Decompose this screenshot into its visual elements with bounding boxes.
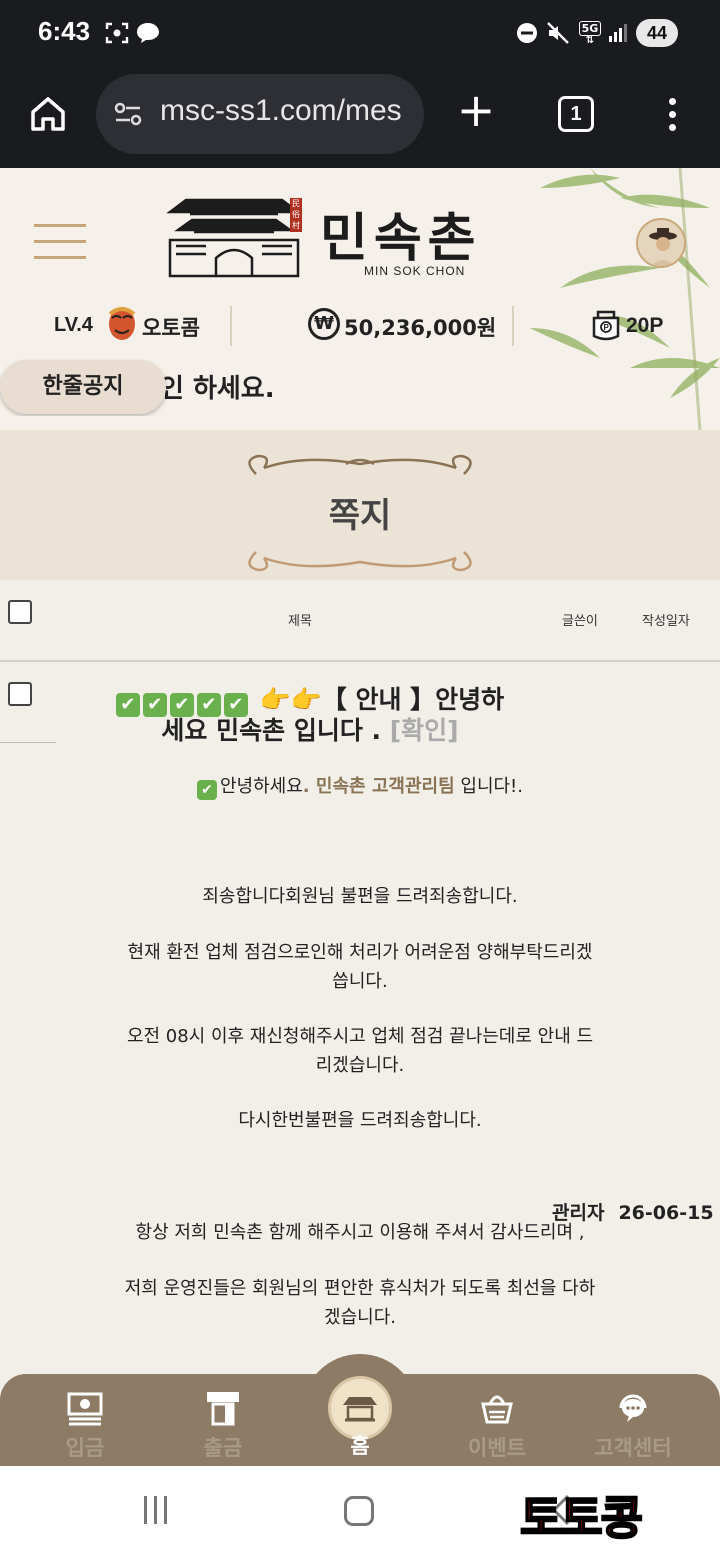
site-logo[interactable]: 民俗村 민속촌 MIN SOK CHON xyxy=(164,190,504,282)
browser-toolbar: msc-ss1.com/mes + 1 xyxy=(0,68,720,168)
watermark: 토토콩 xyxy=(519,1490,644,1546)
message-paragraph: 현재 환전 업체 점검으로인해 처리가 어려운점 양해부탁드리겠 씁니다. xyxy=(127,942,593,992)
message-greeting: ✔ 안녕하세요. 민속촌 고객관리팀 입니다!. xyxy=(0,772,720,801)
withdraw-icon xyxy=(207,1392,239,1426)
logo-title: 민속촌 xyxy=(320,208,482,269)
column-date: 작성일자 xyxy=(642,614,690,629)
browser-home-icon[interactable] xyxy=(26,92,70,136)
screenshot-icon xyxy=(104,18,130,48)
signal-icon xyxy=(606,18,630,48)
address-bar[interactable]: msc-ss1.com/mes xyxy=(96,74,424,154)
notice-ticker-text: 인 하세요. xyxy=(160,374,275,404)
new-tab-icon[interactable]: + xyxy=(456,87,496,134)
logo-subtitle: MIN SOK CHON xyxy=(364,264,466,278)
user-points: 20P xyxy=(626,314,664,337)
user-info-bar: LV.4 오토콤 ₩ 50,236,000원 P 20P xyxy=(0,306,720,350)
select-all-checkbox[interactable] xyxy=(8,600,32,624)
network-type: 5G ⇅ xyxy=(578,18,602,48)
logo-stamp: 民俗村 xyxy=(290,198,302,232)
message-paragraph: 오전 08시 이후 재신청해주시고 업체 점검 끝나는데로 안내 드 리겠습니다. xyxy=(126,1026,594,1076)
cash-icon xyxy=(67,1392,103,1426)
user-avatar[interactable] xyxy=(636,218,686,268)
message-table-header: 제목 글쓴이 작성일자 xyxy=(0,580,720,662)
message-paragraph: 항상 저희 민속촌 함께 해주시고 이용해 주셔서 감사드리며 , xyxy=(135,1222,585,1243)
site-settings-icon[interactable] xyxy=(112,98,144,130)
more-menu-icon[interactable] xyxy=(660,94,684,138)
nav-deposit[interactable]: 입금 xyxy=(30,1388,140,1462)
check-mark-icon: ✔ xyxy=(196,693,221,717)
page-title-band: 쪽지 xyxy=(0,430,720,580)
message-paragraph: 죄송합니다회원님 불편을 드려죄송합니다. xyxy=(202,886,518,907)
do-not-disturb-icon xyxy=(516,18,538,48)
mute-icon xyxy=(546,18,570,48)
message-subject[interactable]: ✔ ✔ ✔ ✔ ✔ 👉👉【 안내 】안녕하 세요 민속촌 입니다 . [확인] xyxy=(100,686,520,745)
message-paragraph: 저희 운영진들은 회원님의 편안한 휴식처가 되도록 최선을 다하 겠습니다. xyxy=(124,1278,596,1328)
battery-level: 44 xyxy=(636,19,678,47)
check-mark-icon: ✔ xyxy=(169,693,194,717)
tab-switcher-button[interactable]: 1 xyxy=(558,96,594,132)
site-header: 民俗村 민속촌 MIN SOK CHON LV.4 오토콤 ₩ 50,236,0… xyxy=(0,168,720,430)
basket-icon xyxy=(481,1395,513,1424)
recents-icon[interactable] xyxy=(144,1496,174,1526)
chat-bubble-icon xyxy=(134,18,162,48)
point-icon: P xyxy=(588,306,624,342)
row-divider xyxy=(0,742,56,743)
ornament-bottom xyxy=(248,551,472,572)
user-level: LV.4 xyxy=(54,314,93,336)
svg-text:P: P xyxy=(604,323,610,332)
user-balance: 50,236,000원 xyxy=(344,316,497,340)
column-subject: 제목 xyxy=(288,614,312,629)
hanok-home-icon xyxy=(343,1397,377,1422)
hahoe-mask-icon xyxy=(106,306,138,342)
check-mark-icon: ✔ xyxy=(223,693,248,717)
won-icon: ₩ xyxy=(308,308,340,340)
headset-chat-icon xyxy=(619,1394,647,1422)
check-mark-icon: ✔ xyxy=(142,693,167,717)
palace-gate-icon xyxy=(166,198,302,278)
menu-icon[interactable] xyxy=(34,224,86,259)
ornament-top xyxy=(248,454,472,475)
notice-button[interactable]: 한줄공지 xyxy=(0,360,166,414)
status-bar: 6:43 5G ⇅ 44 xyxy=(0,0,720,68)
page-title: 쪽지 xyxy=(328,496,392,536)
info-divider xyxy=(230,306,232,346)
message-paragraph: 다시한번불편을 드려죄송합니다. xyxy=(238,1110,482,1131)
nav-home-label: 홈 xyxy=(350,1434,370,1458)
info-divider xyxy=(512,306,514,346)
message-checkbox[interactable] xyxy=(8,682,32,706)
system-home-icon[interactable] xyxy=(344,1496,374,1526)
one-line-notice: 한줄공지 인 하세요. xyxy=(0,356,720,416)
check-mark-icon: ✔ xyxy=(115,693,140,717)
check-mark-icon: ✔ xyxy=(196,780,217,800)
url-text: msc-ss1.com/mes xyxy=(160,94,402,127)
column-author: 글쓴이 xyxy=(562,614,598,629)
clock: 6:43 xyxy=(38,16,91,46)
nav-support[interactable]: 고객센터 xyxy=(578,1388,688,1462)
user-name: 오토콤 xyxy=(142,316,200,340)
read-confirm-label: [확인] xyxy=(389,716,459,745)
nav-event[interactable]: 이벤트 xyxy=(442,1388,552,1462)
nav-withdraw[interactable]: 출금 xyxy=(168,1388,278,1462)
